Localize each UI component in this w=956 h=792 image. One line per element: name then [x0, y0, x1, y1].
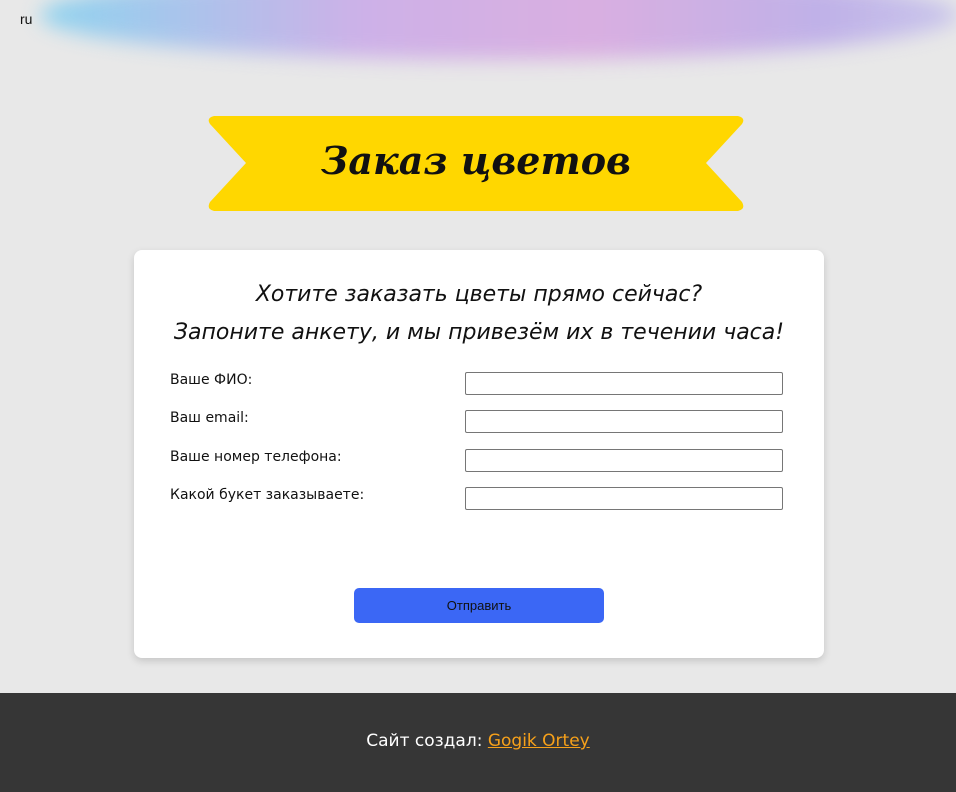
footer: Сайт создал: Gogik Ortey	[0, 693, 956, 792]
name-field[interactable]	[465, 372, 783, 395]
email-field[interactable]	[465, 410, 783, 433]
submit-button[interactable]: Отправить	[354, 588, 604, 623]
form-lead-line1: Хотите заказать цветы прямо сейчас?	[255, 282, 703, 307]
form-row-bouquet: Какой букет заказываете:	[170, 487, 783, 511]
form-row-name: Ваше ФИО:	[170, 372, 783, 396]
phone-field[interactable]	[465, 449, 783, 472]
phone-field-label: Ваше номер телефона:	[170, 449, 342, 465]
name-field-label: Ваше ФИО:	[170, 372, 253, 388]
language-label[interactable]: ru	[20, 11, 32, 27]
form-row-phone: Ваше номер телефона:	[170, 449, 783, 473]
bouquet-field[interactable]	[465, 487, 783, 510]
decorative-gradient	[40, 0, 956, 60]
form-row-email: Ваш email:	[170, 410, 783, 434]
bouquet-field-label: Какой букет заказываете:	[170, 487, 365, 503]
author-link[interactable]: Gogik Ortey	[488, 731, 590, 751]
email-field-label: Ваш email:	[170, 410, 249, 426]
order-form-card: Хотите заказать цветы прямо сейчас? Запо…	[134, 250, 824, 658]
page: ru Заказ цветов Хотите заказать цветы пр…	[0, 0, 956, 792]
footer-credit-prefix: Сайт создал:	[366, 731, 483, 751]
page-title: Заказ цветов	[320, 138, 631, 183]
form-lead-line2: Запоните анкету, и мы привезём их в тече…	[173, 320, 785, 345]
title-banner: Заказ цветов	[208, 116, 744, 211]
